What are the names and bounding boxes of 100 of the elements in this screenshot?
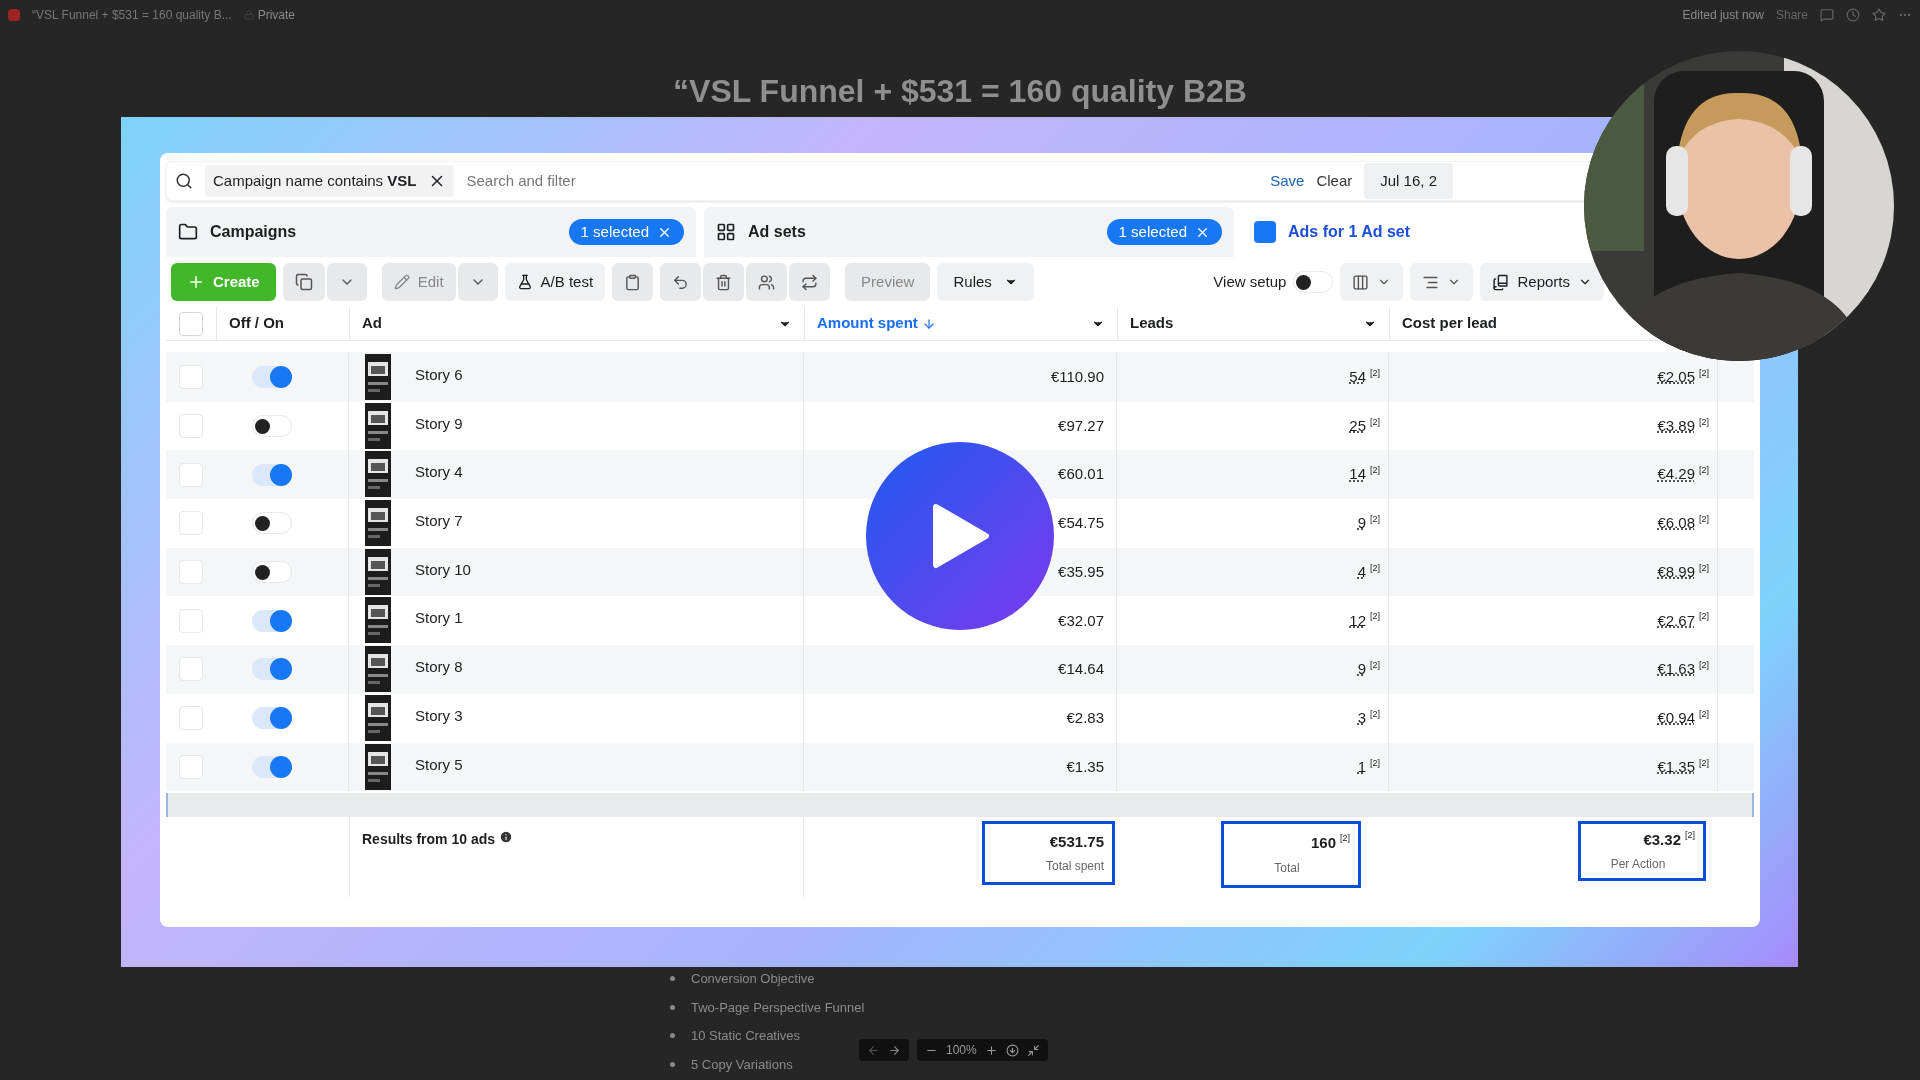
footnote-mark: [2] bbox=[1370, 610, 1380, 624]
column-header[interactable]: Leads bbox=[1130, 312, 1174, 335]
ad-name[interactable]: Story 4 bbox=[415, 451, 463, 484]
cost-cell-text: €1.63 bbox=[1657, 659, 1695, 680]
edit-status: Edited just now bbox=[1682, 7, 1764, 24]
row-checkbox[interactable] bbox=[179, 560, 203, 585]
leads-cell-text: 9 bbox=[1357, 659, 1366, 680]
breakdown-button[interactable] bbox=[1410, 263, 1474, 301]
clock-icon[interactable] bbox=[1846, 8, 1860, 22]
level-tab[interactable]: Campaigns 1 selected bbox=[166, 207, 696, 257]
amount-cell-text: €60.01 bbox=[1058, 464, 1104, 485]
row-checkbox[interactable] bbox=[179, 754, 203, 779]
toggle-switch[interactable] bbox=[252, 609, 292, 632]
star-icon[interactable] bbox=[1872, 8, 1886, 22]
flask-icon bbox=[516, 274, 533, 290]
cost-cell-text: €3.89 bbox=[1657, 415, 1695, 436]
ad-name[interactable]: Story 10 bbox=[415, 548, 471, 582]
toggle-switch[interactable] bbox=[252, 463, 292, 486]
date-range-button[interactable]: Jul 16, 2 bbox=[1364, 163, 1453, 199]
ad-name[interactable]: Story 9 bbox=[415, 402, 463, 436]
swap-button[interactable] bbox=[789, 263, 831, 301]
column-header[interactable]: Off / On bbox=[229, 312, 284, 335]
search-field[interactable]: Search and filter bbox=[466, 169, 1259, 193]
lock-icon bbox=[243, 10, 254, 20]
footnote-mark: [2] bbox=[1699, 610, 1709, 624]
amount-cell-text: €97.27 bbox=[1058, 415, 1104, 436]
grid-icon bbox=[716, 222, 736, 242]
select-all-checkbox[interactable] bbox=[179, 311, 203, 336]
ab-test-button[interactable]: A/B test bbox=[504, 263, 606, 301]
row-checkbox[interactable] bbox=[179, 706, 203, 731]
ad-name[interactable]: Story 3 bbox=[415, 694, 463, 728]
reports-button[interactable]: Reports bbox=[1480, 263, 1604, 301]
column-header[interactable]: Ad bbox=[362, 312, 382, 335]
toggle-switch[interactable] bbox=[252, 658, 292, 681]
row-checkbox[interactable] bbox=[179, 365, 203, 390]
amount-cell-text: €1.35 bbox=[1066, 756, 1104, 777]
toggle-switch[interactable] bbox=[252, 512, 292, 535]
ad-name[interactable]: Story 6 bbox=[415, 354, 463, 387]
toggle-switch[interactable] bbox=[252, 366, 292, 389]
ad-name[interactable]: Story 8 bbox=[415, 646, 463, 679]
cost-cell-text: €6.08 bbox=[1657, 513, 1695, 534]
leads-cell-text: 9 bbox=[1357, 513, 1366, 534]
column-header[interactable]: Cost per lead bbox=[1402, 312, 1498, 335]
info-icon[interactable] bbox=[499, 830, 514, 845]
row-checkbox[interactable] bbox=[179, 462, 203, 487]
comment-icon[interactable] bbox=[1820, 8, 1834, 22]
app-logo-icon bbox=[8, 9, 20, 21]
folder-icon bbox=[178, 222, 198, 242]
columns-button[interactable] bbox=[1340, 263, 1404, 301]
people-button[interactable] bbox=[746, 263, 788, 301]
row-checkbox[interactable] bbox=[179, 414, 203, 439]
delete-button[interactable] bbox=[703, 263, 745, 301]
rules-button[interactable]: Rules bbox=[937, 263, 1034, 301]
duplicate-button[interactable] bbox=[282, 263, 325, 301]
footnote-mark: [2] bbox=[1699, 659, 1709, 673]
row-checkbox[interactable] bbox=[179, 608, 203, 633]
download-icon[interactable] bbox=[1005, 1043, 1019, 1057]
footnote-mark: [2] bbox=[1370, 415, 1380, 429]
footnote-mark: [2] bbox=[1699, 756, 1709, 770]
footnote-mark: [2] bbox=[1370, 561, 1380, 575]
footnote-mark: [2] bbox=[1370, 464, 1380, 478]
toggle-switch[interactable] bbox=[252, 707, 292, 730]
column-header[interactable]: Amount spent bbox=[817, 312, 936, 335]
forward-arrow-icon[interactable] bbox=[888, 1043, 901, 1057]
ad-name[interactable]: Story 5 bbox=[415, 743, 463, 776]
ad-name[interactable]: Story 7 bbox=[415, 500, 463, 533]
amount-cell-text: €54.75 bbox=[1058, 513, 1104, 534]
footnote-mark: [2] bbox=[1685, 828, 1695, 842]
clear-link[interactable]: Clear bbox=[1316, 169, 1353, 193]
people-icon bbox=[758, 273, 776, 291]
ad-name[interactable]: Story 1 bbox=[415, 597, 463, 630]
toggle-switch[interactable] bbox=[252, 561, 292, 584]
view-setup-label: View setup bbox=[1213, 271, 1287, 292]
clipboard-icon bbox=[624, 273, 642, 291]
undo-icon bbox=[672, 273, 690, 291]
footnote-mark: [2] bbox=[1370, 513, 1380, 527]
save-link[interactable]: Save bbox=[1270, 169, 1305, 193]
clipboard-button[interactable] bbox=[612, 263, 654, 301]
footnote-mark: [2] bbox=[1340, 832, 1350, 846]
selection-badge[interactable]: 1 selected bbox=[1106, 219, 1222, 245]
window-icon bbox=[1254, 221, 1276, 243]
row-checkbox[interactable] bbox=[179, 657, 203, 682]
bullet-icon bbox=[670, 976, 675, 982]
horizontal-scrollbar[interactable] bbox=[166, 793, 1754, 818]
selection-badge[interactable]: 1 selected bbox=[568, 219, 684, 245]
total-caption: Total spent bbox=[1045, 858, 1104, 876]
back-arrow-icon[interactable] bbox=[867, 1043, 880, 1057]
toggle-switch[interactable] bbox=[252, 415, 292, 438]
page-heading: “VSL Funnel + $531 = 160 quality B2B bbox=[673, 72, 1247, 111]
level-tab[interactable]: Ad sets 1 selected bbox=[704, 207, 1234, 257]
reports-icon bbox=[1492, 273, 1510, 291]
collapse-icon[interactable] bbox=[1026, 1043, 1040, 1057]
footnote-mark: [2] bbox=[1370, 367, 1380, 380]
filter-chip[interactable]: Campaign name contains VSL bbox=[205, 165, 455, 197]
toggle-switch[interactable] bbox=[252, 755, 292, 778]
zoom-in-icon[interactable] bbox=[984, 1043, 998, 1057]
privacy-label[interactable]: Private bbox=[257, 6, 296, 24]
undo-button[interactable] bbox=[660, 263, 702, 301]
toggle-switch[interactable] bbox=[1293, 271, 1334, 293]
row-checkbox[interactable] bbox=[179, 511, 203, 536]
